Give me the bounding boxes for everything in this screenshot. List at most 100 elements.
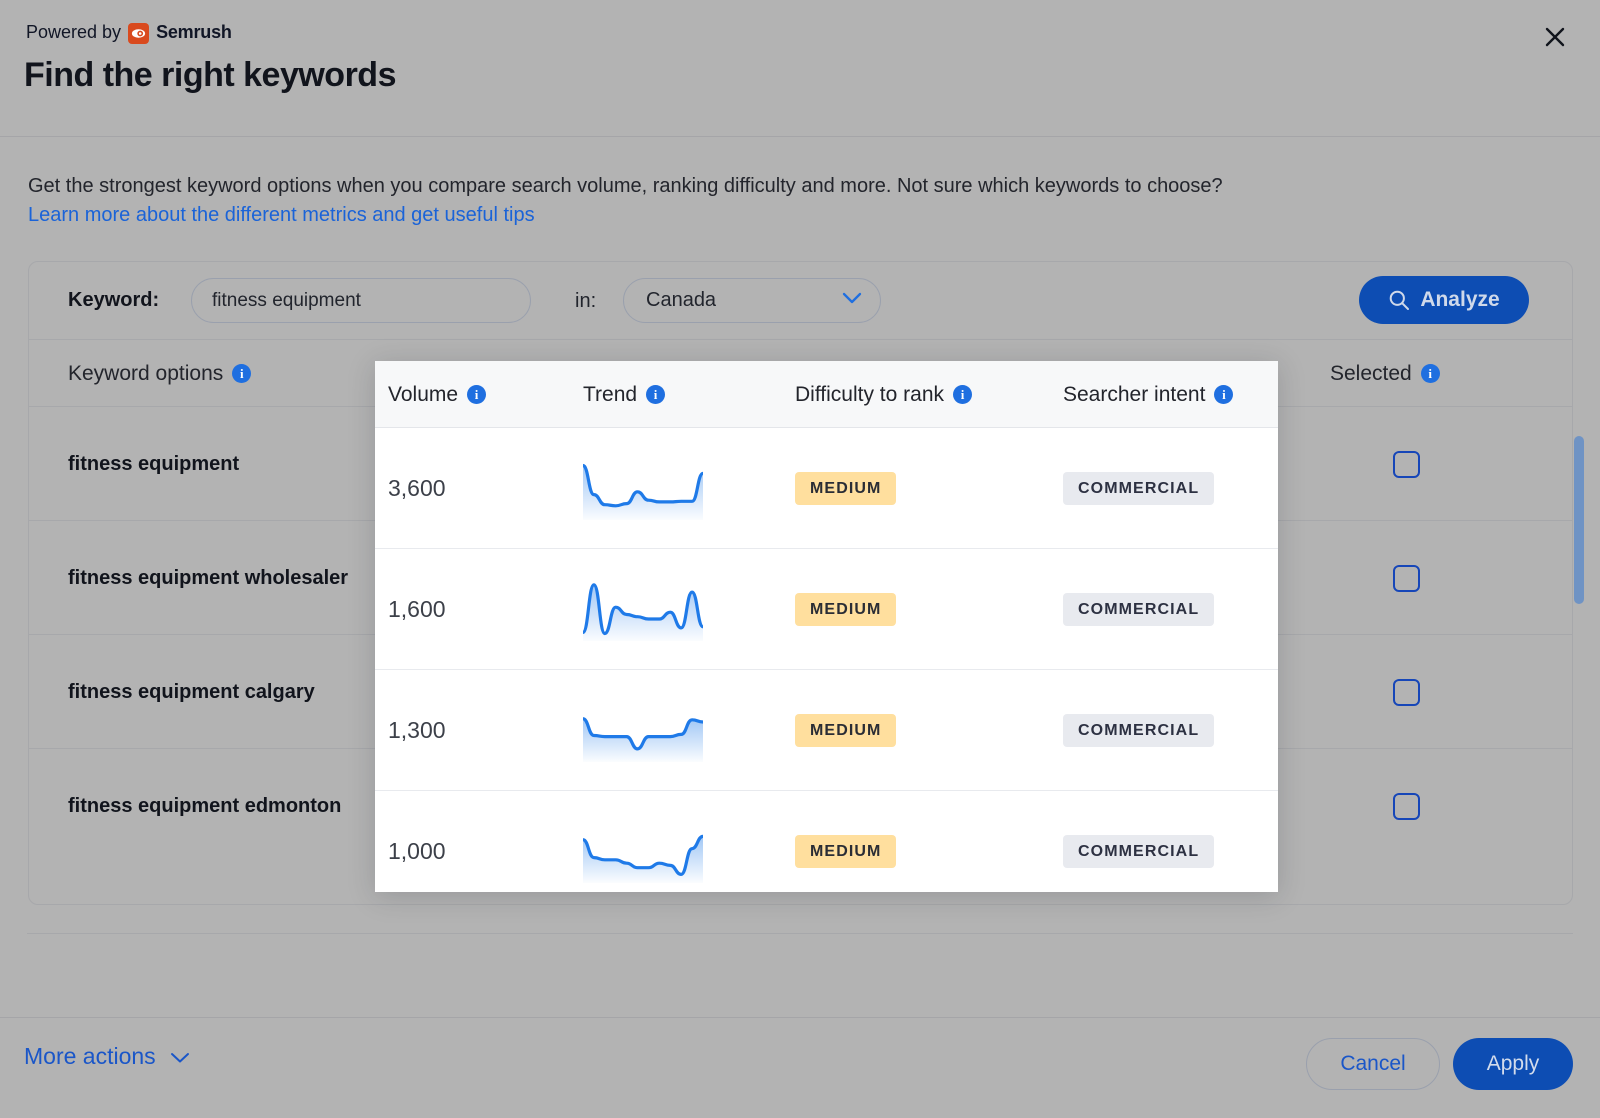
chevron-down-icon bbox=[842, 292, 862, 310]
cell-trend bbox=[584, 521, 764, 635]
table-header-row: Keyword options i Volume i Trend i Diffi… bbox=[29, 340, 1572, 407]
modal-footer: More actions Cancel Apply bbox=[0, 1017, 1600, 1118]
info-icon[interactable]: i bbox=[1420, 364, 1440, 383]
cell-keyword: fitness equipment calgary bbox=[68, 635, 378, 749]
info-icon[interactable]: i bbox=[954, 364, 973, 383]
apply-button[interactable]: Apply bbox=[1453, 1038, 1573, 1090]
keyword-card: Keyword: in: Canada Analyze bbox=[28, 261, 1573, 905]
cell-keyword: fitness equipment wholesaler bbox=[68, 521, 378, 635]
powered-by-semrush: Powered by Semrush bbox=[26, 22, 232, 44]
cell-keyword: fitness equipment bbox=[68, 407, 378, 521]
difficulty-badge: MEDIUM bbox=[796, 561, 898, 595]
column-header-keyword: Keyword options i bbox=[68, 340, 252, 407]
cell-selected bbox=[1330, 635, 1510, 749]
table-row[interactable]: fitness equipment 3,600 MEDIUM COMMERCIAL bbox=[29, 407, 1572, 521]
analyze-button[interactable]: Analyze bbox=[1359, 276, 1529, 324]
column-header-label: Searcher intent bbox=[1064, 361, 1207, 385]
cell-intent: COMMERCIAL bbox=[1064, 407, 1216, 521]
difficulty-badge: MEDIUM bbox=[796, 789, 898, 823]
cell-trend bbox=[584, 749, 764, 863]
select-keyword-checkbox[interactable] bbox=[1393, 450, 1420, 478]
trend-sparkline bbox=[584, 661, 704, 723]
table-row[interactable]: fitness equipment edmonton 1,000 MEDIUM COM… bbox=[29, 749, 1572, 863]
keyword-input[interactable] bbox=[191, 278, 531, 323]
column-header-label: Keyword options bbox=[68, 361, 224, 385]
difficulty-badge: MEDIUM bbox=[796, 447, 898, 481]
trend-sparkline bbox=[584, 547, 704, 609]
column-header-intent: Searcher intent i bbox=[1064, 340, 1235, 407]
more-actions-label: More actions bbox=[24, 1043, 156, 1069]
keyword-name: fitness equipment wholesaler bbox=[68, 567, 349, 589]
semrush-wordmark: Semrush bbox=[156, 22, 232, 42]
select-keyword-checkbox[interactable] bbox=[1393, 792, 1420, 820]
info-icon[interactable]: i bbox=[1215, 364, 1235, 383]
keyword-magic-modal: Powered by Semrush Find the right keywor… bbox=[0, 0, 1600, 1118]
trend-sparkline bbox=[584, 433, 704, 495]
column-header-selected: Selected i bbox=[1330, 340, 1440, 407]
select-keyword-checkbox[interactable] bbox=[1393, 678, 1420, 706]
cell-difficulty: MEDIUM bbox=[796, 521, 898, 635]
column-header-label: Trend bbox=[584, 361, 639, 385]
cancel-button[interactable]: Cancel bbox=[1306, 1038, 1440, 1090]
column-header-difficulty: Difficulty to rank i bbox=[796, 340, 973, 407]
keyword-name: fitness equipment bbox=[68, 453, 240, 475]
column-header-label: Volume bbox=[389, 361, 460, 385]
cell-difficulty: MEDIUM bbox=[796, 635, 898, 749]
close-icon[interactable] bbox=[1538, 20, 1572, 54]
chevron-down-icon bbox=[170, 1043, 190, 1070]
keyword-label: Keyword: bbox=[68, 289, 160, 311]
info-icon[interactable]: i bbox=[232, 364, 252, 383]
difficulty-badge: MEDIUM bbox=[796, 675, 898, 709]
keyword-name: fitness equipment edmonton bbox=[68, 795, 342, 817]
scrollbar-thumb[interactable] bbox=[1574, 436, 1584, 604]
country-select[interactable]: Canada bbox=[623, 278, 881, 323]
intro-block: Get the strongest keyword options when y… bbox=[28, 172, 1478, 230]
cell-trend bbox=[584, 407, 764, 521]
column-header-label: Selected bbox=[1330, 361, 1412, 385]
volume-value: 1,000 bbox=[389, 793, 445, 818]
powered-by-label: Powered by bbox=[26, 22, 122, 42]
search-icon bbox=[1388, 289, 1410, 311]
info-icon[interactable]: i bbox=[468, 364, 488, 383]
learn-more-link[interactable]: Learn more about the different metrics a… bbox=[28, 201, 1478, 230]
keyword-name: fitness equipment calgary bbox=[68, 681, 315, 703]
search-controls-row: Keyword: in: Canada Analyze bbox=[29, 262, 1572, 340]
intro-description: Get the strongest keyword options when y… bbox=[28, 175, 1223, 197]
cell-trend bbox=[584, 635, 764, 749]
cell-difficulty: MEDIUM bbox=[796, 749, 898, 863]
cell-intent: COMMERCIAL bbox=[1064, 521, 1216, 635]
column-header-trend: Trend i bbox=[584, 340, 667, 407]
cell-keyword: fitness equipment edmonton bbox=[68, 749, 378, 863]
volume-value: 1,600 bbox=[389, 565, 445, 590]
in-label: in: bbox=[575, 290, 597, 312]
footer-divider bbox=[27, 933, 1573, 934]
cell-difficulty: MEDIUM bbox=[796, 407, 898, 521]
intent-badge: COMMERCIAL bbox=[1064, 675, 1216, 709]
cell-intent: COMMERCIAL bbox=[1064, 635, 1216, 749]
table-scrollbar[interactable] bbox=[1574, 436, 1584, 891]
intent-badge: COMMERCIAL bbox=[1064, 789, 1216, 823]
cell-volume: 1,300 bbox=[389, 635, 444, 749]
table-row[interactable]: fitness equipment calgary 1,300 MEDIUM COMM… bbox=[29, 635, 1572, 749]
page-title: Find the right keywords bbox=[24, 56, 396, 94]
info-icon[interactable]: i bbox=[647, 364, 667, 383]
table-body: fitness equipment 3,600 MEDIUM COMMERCIAL fi… bbox=[29, 407, 1572, 863]
cell-selected bbox=[1330, 749, 1510, 863]
column-header-label: Difficulty to rank bbox=[796, 361, 945, 385]
cell-volume: 1,600 bbox=[389, 521, 444, 635]
table-row[interactable]: fitness equipment wholesaler 1,600 MEDIUM C… bbox=[29, 521, 1572, 635]
volume-value: 1,300 bbox=[389, 679, 445, 704]
intent-badge: COMMERCIAL bbox=[1064, 447, 1216, 481]
semrush-logo-icon bbox=[128, 23, 150, 44]
cell-intent: COMMERCIAL bbox=[1064, 749, 1216, 863]
cell-volume: 3,600 bbox=[389, 407, 444, 521]
modal-header: Powered by Semrush Find the right keywor… bbox=[0, 0, 1600, 137]
cell-selected bbox=[1330, 521, 1510, 635]
cell-selected bbox=[1330, 407, 1510, 521]
intent-badge: COMMERCIAL bbox=[1064, 561, 1216, 595]
country-select-value: Canada bbox=[646, 289, 717, 311]
more-actions-button[interactable]: More actions bbox=[24, 1043, 190, 1070]
trend-sparkline bbox=[584, 775, 704, 837]
select-keyword-checkbox[interactable] bbox=[1393, 564, 1420, 592]
column-header-volume: Volume i bbox=[389, 340, 488, 407]
